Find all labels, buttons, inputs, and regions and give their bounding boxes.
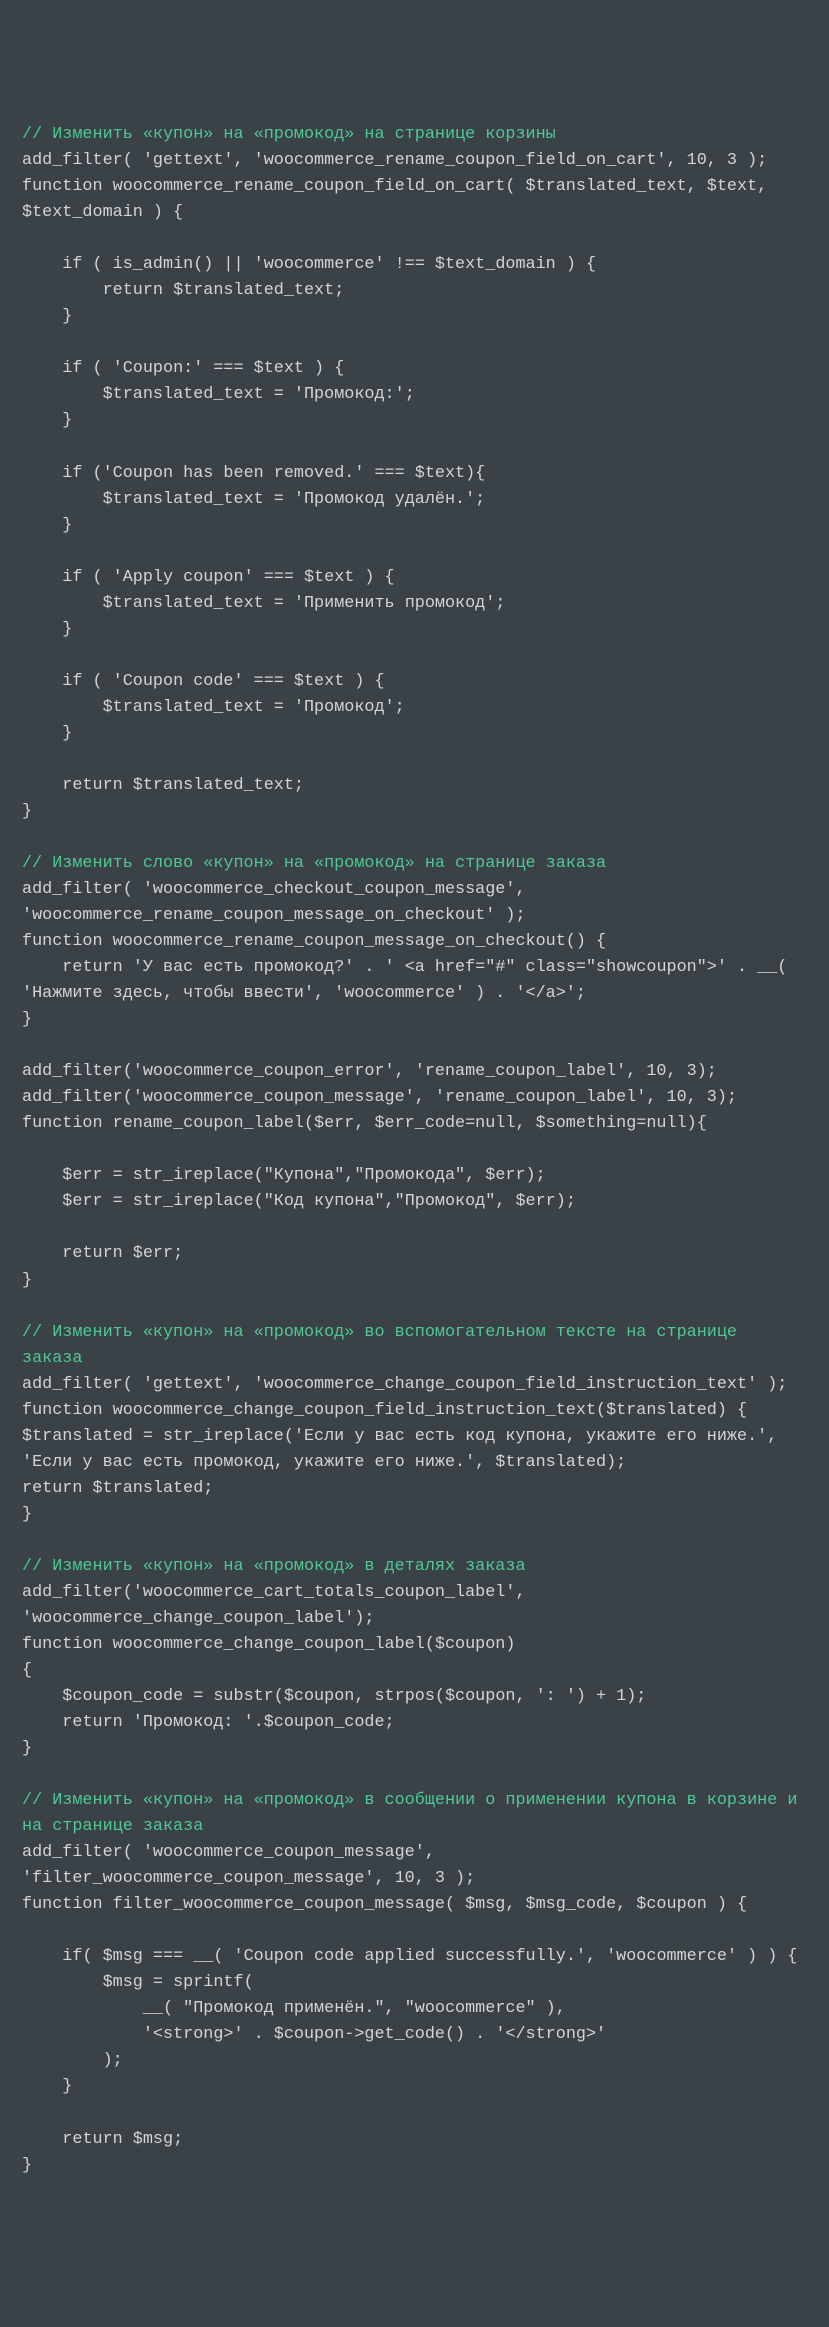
code-line: } — [22, 307, 72, 326]
code-line: function woocommerce_rename_coupon_field… — [22, 177, 777, 222]
code-line: if ('Coupon has been removed.' === $text… — [22, 464, 485, 483]
code-line: // Изменить «купон» на «промокод» в дета… — [22, 1557, 526, 1576]
code-line: } — [22, 2156, 32, 2175]
code-line: function rename_coupon_label($err, $err_… — [22, 1114, 707, 1133]
code-block: // Изменить «купон» на «промокод» на стр… — [22, 122, 807, 2178]
code-line: add_filter( 'woocommerce_coupon_message'… — [22, 1843, 475, 1888]
code-line: $translated_text = 'Промокод удалён.'; — [22, 490, 485, 509]
code-line: $err = str_ireplace("Код купона","Промок… — [22, 1192, 576, 1211]
code-line: // Изменить «купон» на «промокод» в сооб… — [22, 1791, 808, 1836]
code-line: } — [22, 411, 72, 430]
code-line: add_filter( 'gettext', 'woocommerce_chan… — [22, 1375, 787, 1394]
code-line: add_filter('woocommerce_cart_totals_coup… — [22, 1583, 536, 1628]
code-line: add_filter( 'woocommerce_checkout_coupon… — [22, 880, 536, 925]
code-line: return $translated_text; — [22, 776, 304, 795]
code-line: return $translated; — [22, 1479, 213, 1498]
code-line: // Изменить «купон» на «промокод» во всп… — [22, 1323, 747, 1368]
code-line: } — [22, 1505, 32, 1524]
code-line: } — [22, 1010, 32, 1029]
code-line: return $translated_text; — [22, 281, 344, 300]
code-line: $coupon_code = substr($coupon, strpos($c… — [22, 1687, 646, 1706]
code-line: return $msg; — [22, 2130, 183, 2149]
code-line: } — [22, 1739, 32, 1758]
code-line: function woocommerce_rename_coupon_messa… — [22, 932, 606, 951]
code-line: // Изменить «купон» на «промокод» на стр… — [22, 125, 556, 144]
code-line: $translated = str_ireplace('Если у вас е… — [22, 1427, 787, 1472]
code-line: } — [22, 802, 32, 821]
code-line: } — [22, 2077, 72, 2096]
code-line: add_filter('woocommerce_coupon_error', '… — [22, 1062, 717, 1081]
code-line: return 'У вас есть промокод?' . ' <a hre… — [22, 958, 797, 1003]
code-line: add_filter('woocommerce_coupon_message',… — [22, 1088, 737, 1107]
code-line: '<strong>' . $coupon->get_code() . '</st… — [22, 2025, 606, 2044]
code-line: $translated_text = 'Промокод'; — [22, 698, 405, 717]
code-line: add_filter( 'gettext', 'woocommerce_rena… — [22, 151, 767, 170]
code-line: if ( 'Coupon code' === $text ) { — [22, 672, 385, 691]
code-line: if( $msg === __( 'Coupon code applied su… — [22, 1947, 797, 1966]
code-line: $translated_text = 'Применить промокод'; — [22, 594, 505, 613]
code-line: function woocommerce_change_coupon_field… — [22, 1401, 747, 1420]
code-line: if ( 'Apply coupon' === $text ) { — [22, 568, 395, 587]
code-line: $translated_text = 'Промокод:'; — [22, 385, 415, 404]
code-line: } — [22, 620, 72, 639]
code-line: // Изменить слово «купон» на «промокод» … — [22, 854, 606, 873]
code-line: { — [22, 1661, 32, 1680]
code-line: } — [22, 724, 72, 743]
code-line: if ( 'Coupon:' === $text ) { — [22, 359, 344, 378]
code-line: $msg = sprintf( — [22, 1973, 254, 1992]
code-line: return $err; — [22, 1244, 183, 1263]
code-line: __( "Промокод применён.", "woocommerce" … — [22, 1999, 566, 2018]
code-line: ); — [22, 2051, 123, 2070]
code-line: $err = str_ireplace("Купона","Промокода"… — [22, 1166, 546, 1185]
code-line: function woocommerce_change_coupon_label… — [22, 1635, 515, 1654]
code-line: } — [22, 1271, 32, 1290]
code-line: if ( is_admin() || 'woocommerce' !== $te… — [22, 255, 596, 274]
code-line: } — [22, 516, 72, 535]
code-line: function filter_woocommerce_coupon_messa… — [22, 1895, 747, 1914]
code-line: return 'Промокод: '.$coupon_code; — [22, 1713, 395, 1732]
